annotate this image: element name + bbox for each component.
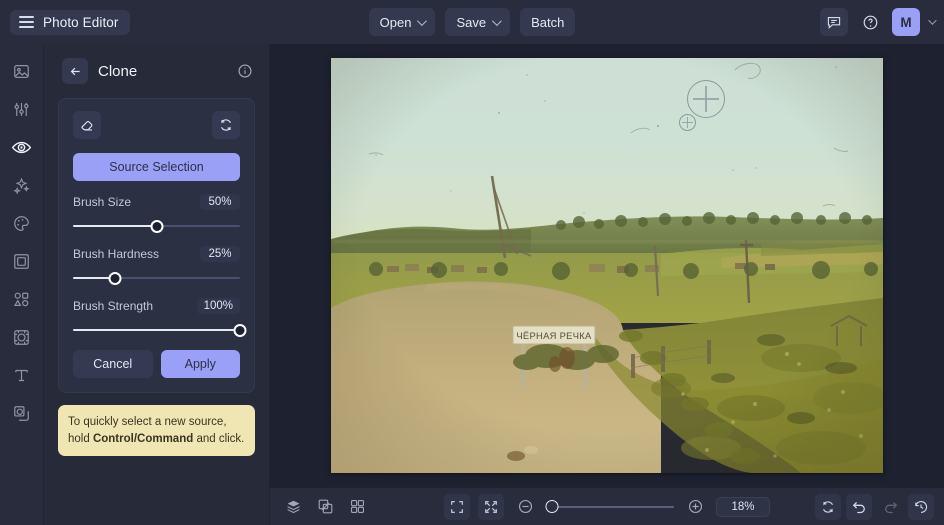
fit-to-screen-icon[interactable] bbox=[478, 493, 504, 520]
sidebar-item-crop[interactable] bbox=[7, 246, 37, 276]
batch-label: Batch bbox=[531, 14, 565, 30]
zoom-slider[interactable] bbox=[545, 500, 674, 514]
brush-strength-knob[interactable] bbox=[233, 323, 247, 337]
arrow-left-icon[interactable] bbox=[62, 58, 88, 84]
workspace: Clone Source Selection Brush Size 50% Br… bbox=[0, 44, 944, 525]
brush-size-slider[interactable] bbox=[73, 219, 240, 233]
layers-icon[interactable] bbox=[280, 494, 306, 520]
grid-view-icon[interactable] bbox=[344, 494, 370, 520]
tool-rail bbox=[0, 44, 44, 525]
tip-shortcut: Control/Command bbox=[92, 432, 194, 445]
sidebar-item-effects[interactable] bbox=[7, 322, 37, 352]
canvas-area[interactable]: ЧЁРНАЯ РЕЧКА bbox=[270, 44, 944, 487]
brush-strength-slider[interactable] bbox=[73, 323, 247, 337]
apply-button[interactable]: Apply bbox=[160, 350, 240, 378]
history-icon[interactable] bbox=[908, 493, 934, 520]
brush-hardness-label: Brush Hardness bbox=[73, 247, 160, 261]
top-right-actions: M bbox=[820, 8, 937, 36]
batch-button[interactable]: Batch bbox=[520, 8, 576, 36]
brush-size-value: 50% bbox=[200, 194, 240, 210]
road-sign: ЧЁРНАЯ РЕЧКА bbox=[512, 325, 596, 388]
brush-size-control: Brush Size 50% bbox=[73, 194, 240, 233]
undo-icon[interactable] bbox=[846, 493, 872, 520]
save-button[interactable]: Save bbox=[445, 8, 511, 36]
chevron-down-icon bbox=[492, 15, 502, 26]
history-controls bbox=[815, 493, 934, 520]
vintage-landscape-photo[interactable]: ЧЁРНАЯ РЕЧКА bbox=[331, 58, 883, 473]
redo-icon[interactable] bbox=[877, 494, 903, 520]
avatar[interactable]: M bbox=[892, 8, 920, 36]
photo-frame: ЧЁРНАЯ РЕЧКА bbox=[331, 58, 883, 473]
canvas-column: ЧЁРНАЯ РЕЧКА 18% bbox=[270, 44, 944, 525]
sidebar-item-shapes[interactable] bbox=[7, 284, 37, 314]
sidebar-item-clone[interactable] bbox=[7, 398, 37, 428]
fullscreen-icon[interactable] bbox=[444, 493, 470, 520]
source-selection-button[interactable]: Source Selection bbox=[73, 153, 240, 181]
brush-hardness-value: 25% bbox=[200, 246, 240, 262]
bottom-left-group bbox=[280, 494, 370, 520]
eraser-icon[interactable] bbox=[73, 111, 101, 139]
brush-hardness-control: Brush Hardness 25% bbox=[73, 246, 240, 285]
sidebar-item-text[interactable] bbox=[7, 360, 37, 390]
reset-refresh-icon[interactable] bbox=[212, 111, 240, 139]
question-circle-icon[interactable] bbox=[856, 8, 884, 36]
panel-action-row: Cancel Apply bbox=[73, 350, 240, 378]
brush-size-fill bbox=[73, 225, 157, 227]
sidebar-item-color[interactable] bbox=[7, 208, 37, 238]
chevron-down-icon bbox=[417, 15, 428, 26]
tooltip-hint: To quickly select a new source, hold Con… bbox=[58, 405, 255, 457]
brush-strength-value: 100% bbox=[196, 298, 240, 314]
brush-hardness-knob[interactable] bbox=[108, 271, 122, 285]
clone-tool-panel: Clone Source Selection Brush Size 50% Br… bbox=[44, 44, 270, 525]
compare-split-icon[interactable] bbox=[312, 494, 338, 520]
brush-size-knob[interactable] bbox=[150, 219, 163, 233]
panel-header: Clone bbox=[44, 58, 269, 84]
page-title: Clone bbox=[98, 62, 138, 80]
zoom-in-icon[interactable] bbox=[682, 494, 708, 520]
clone-settings-card: Source Selection Brush Size 50% Brush Ha… bbox=[58, 98, 255, 393]
top-center-actions: Open Save Batch bbox=[0, 8, 944, 36]
save-label: Save bbox=[456, 14, 487, 30]
chat-bubble-icon[interactable] bbox=[820, 8, 848, 36]
brush-tool-row bbox=[73, 111, 240, 139]
open-button[interactable]: Open bbox=[368, 8, 436, 36]
sidebar-item-image[interactable] bbox=[7, 56, 37, 86]
zoom-slider-knob[interactable] bbox=[545, 500, 559, 513]
svg-text:ЧЁРНАЯ РЕЧКА: ЧЁРНАЯ РЕЧКА bbox=[516, 330, 592, 341]
brush-strength-label: Brush Strength bbox=[73, 299, 154, 313]
sidebar-item-magic[interactable] bbox=[7, 170, 37, 200]
zoom-out-icon[interactable] bbox=[512, 494, 538, 520]
info-circle-icon[interactable] bbox=[237, 63, 253, 79]
top-toolbar: Photo Editor Open Save Batch M bbox=[0, 0, 944, 44]
sidebar-item-adjust[interactable] bbox=[7, 94, 37, 124]
app-menu-button[interactable]: Photo Editor bbox=[10, 9, 130, 35]
app-title: Photo Editor bbox=[43, 14, 119, 30]
bottom-toolbar: 18% bbox=[270, 487, 944, 525]
brush-size-label: Brush Size bbox=[73, 195, 132, 209]
brush-hardness-slider[interactable] bbox=[73, 271, 240, 285]
hamburger-icon bbox=[19, 16, 34, 28]
brush-strength-control: Brush Strength 100% bbox=[73, 298, 247, 337]
chevron-down-icon[interactable] bbox=[928, 16, 937, 25]
reset-view-icon[interactable] bbox=[815, 493, 841, 520]
tip-suffix: and click. bbox=[193, 432, 245, 445]
zoom-level-value[interactable]: 18% bbox=[716, 496, 770, 517]
open-label: Open bbox=[379, 14, 412, 30]
sidebar-item-retouch[interactable] bbox=[7, 132, 37, 162]
photo-editor-window: Photo Editor Open Save Batch M Clone Sou… bbox=[0, 0, 944, 525]
cancel-button[interactable]: Cancel bbox=[73, 350, 153, 378]
brush-strength-fill bbox=[73, 329, 240, 331]
